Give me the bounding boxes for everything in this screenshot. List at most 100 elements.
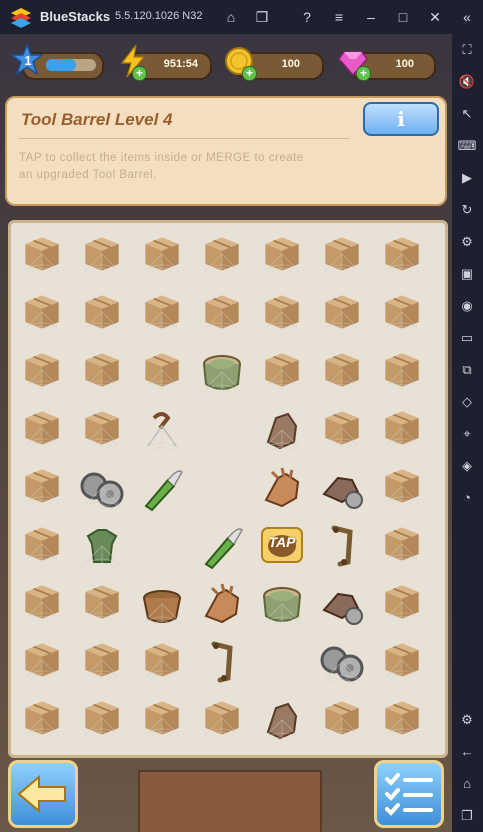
board-cell[interactable]	[12, 226, 70, 284]
board-cell[interactable]	[72, 284, 130, 342]
board-cell[interactable]	[312, 226, 370, 284]
board-cell[interactable]	[372, 632, 430, 690]
board-cell[interactable]	[72, 632, 130, 690]
board-cell[interactable]	[132, 458, 190, 516]
box-icon	[385, 411, 419, 447]
board-cell[interactable]	[252, 342, 310, 400]
board-cell[interactable]	[252, 400, 310, 458]
play-icon[interactable]: ▶	[457, 168, 477, 188]
location-icon[interactable]: ⌖	[457, 424, 477, 444]
board-cell[interactable]	[12, 632, 70, 690]
board-cell[interactable]	[72, 226, 130, 284]
board-cell[interactable]	[192, 226, 250, 284]
board-cell[interactable]	[312, 342, 370, 400]
folder-icon[interactable]: ▭	[457, 328, 477, 348]
minimize-icon[interactable]: –	[362, 8, 380, 26]
board-cell[interactable]	[192, 632, 250, 690]
board-cell[interactable]	[192, 284, 250, 342]
rotate-icon[interactable]: ↻	[457, 200, 477, 220]
add-gem-icon[interactable]: +	[356, 66, 371, 81]
board-cell[interactable]	[372, 574, 430, 632]
board-cell[interactable]	[252, 690, 310, 748]
recent-icon[interactable]: ❐	[457, 806, 477, 826]
home-icon[interactable]: ⌂	[457, 774, 477, 794]
board-cell[interactable]	[312, 400, 370, 458]
back-button[interactable]	[8, 760, 78, 828]
board-cell[interactable]	[192, 516, 250, 574]
board-cell[interactable]	[372, 690, 430, 748]
board-cell[interactable]	[372, 342, 430, 400]
task-list-button[interactable]	[374, 760, 444, 828]
copy-icon[interactable]: ❐	[253, 8, 271, 26]
board-cell[interactable]	[72, 400, 130, 458]
board-cell-empty[interactable]	[132, 516, 190, 574]
board-cell-empty[interactable]	[192, 458, 250, 516]
apk-icon[interactable]: ▣	[457, 264, 477, 284]
board-cell-empty[interactable]	[252, 632, 310, 690]
board-cell[interactable]: TAP	[252, 516, 310, 574]
board-cell[interactable]	[252, 226, 310, 284]
board-cell[interactable]	[72, 342, 130, 400]
close-icon[interactable]: ✕	[426, 8, 444, 26]
board-cell[interactable]	[372, 400, 430, 458]
board-cell[interactable]	[72, 458, 130, 516]
board-cell[interactable]	[372, 516, 430, 574]
board-cell[interactable]	[372, 226, 430, 284]
volume-icon[interactable]: 🔇	[457, 72, 477, 92]
fullscreen-icon[interactable]: ⛶	[457, 40, 477, 60]
board-cell[interactable]	[132, 342, 190, 400]
back-icon[interactable]: ←	[457, 742, 477, 762]
board-cell[interactable]	[312, 574, 370, 632]
screenshot-icon[interactable]: ◉	[457, 296, 477, 316]
layers-icon[interactable]: ◈	[457, 456, 477, 476]
menu-icon[interactable]: ≡	[330, 8, 348, 26]
board-cell[interactable]	[12, 284, 70, 342]
board-cell[interactable]	[12, 574, 70, 632]
board-cell[interactable]	[372, 284, 430, 342]
board-cell[interactable]	[12, 516, 70, 574]
board-cell-empty[interactable]	[192, 400, 250, 458]
board-cell[interactable]	[252, 284, 310, 342]
cutter-icon	[144, 470, 183, 512]
board-cell[interactable]	[12, 400, 70, 458]
board-cell[interactable]	[312, 632, 370, 690]
box-icon	[265, 237, 299, 273]
board-cell[interactable]	[132, 226, 190, 284]
multi-instance-icon[interactable]: ⧉	[457, 360, 477, 380]
keyboard-icon[interactable]: ⌨	[457, 136, 477, 156]
board-cell[interactable]	[72, 690, 130, 748]
board-cell[interactable]	[12, 690, 70, 748]
settings-icon[interactable]: ⚙	[457, 710, 477, 730]
board-cell[interactable]	[252, 458, 310, 516]
board-cell[interactable]	[252, 574, 310, 632]
board-cell[interactable]	[12, 342, 70, 400]
board-cell[interactable]	[132, 400, 190, 458]
board-cell[interactable]	[312, 690, 370, 748]
board-cell[interactable]	[132, 632, 190, 690]
board-cell[interactable]	[132, 574, 190, 632]
eraser-icon[interactable]: ◇	[457, 392, 477, 412]
board-cell[interactable]	[132, 284, 190, 342]
help-icon[interactable]: ?	[298, 8, 316, 26]
board-cell[interactable]	[12, 458, 70, 516]
board-cell[interactable]	[312, 284, 370, 342]
board-cell[interactable]	[192, 574, 250, 632]
gamepad-icon[interactable]: ⚙	[457, 232, 477, 252]
add-energy-icon[interactable]: +	[132, 66, 147, 81]
board-cell[interactable]	[72, 574, 130, 632]
board-cell[interactable]	[312, 458, 370, 516]
board-cell[interactable]	[312, 516, 370, 574]
board-cell[interactable]	[132, 690, 190, 748]
board-cell[interactable]	[372, 458, 430, 516]
speed-icon[interactable]: ◔	[457, 488, 477, 508]
add-coin-icon[interactable]: +	[242, 66, 257, 81]
maximize-icon[interactable]: □	[394, 8, 412, 26]
tool-barrel-tap-item[interactable]: TAP	[258, 524, 306, 566]
info-button[interactable]: i	[363, 102, 439, 136]
collapse-sidebar-icon[interactable]: «	[458, 8, 476, 26]
home-icon[interactable]: ⌂	[222, 8, 240, 26]
board-cell[interactable]	[192, 342, 250, 400]
board-cell[interactable]	[192, 690, 250, 748]
cursor-icon[interactable]: ↖	[457, 104, 477, 124]
board-cell[interactable]	[72, 516, 130, 574]
